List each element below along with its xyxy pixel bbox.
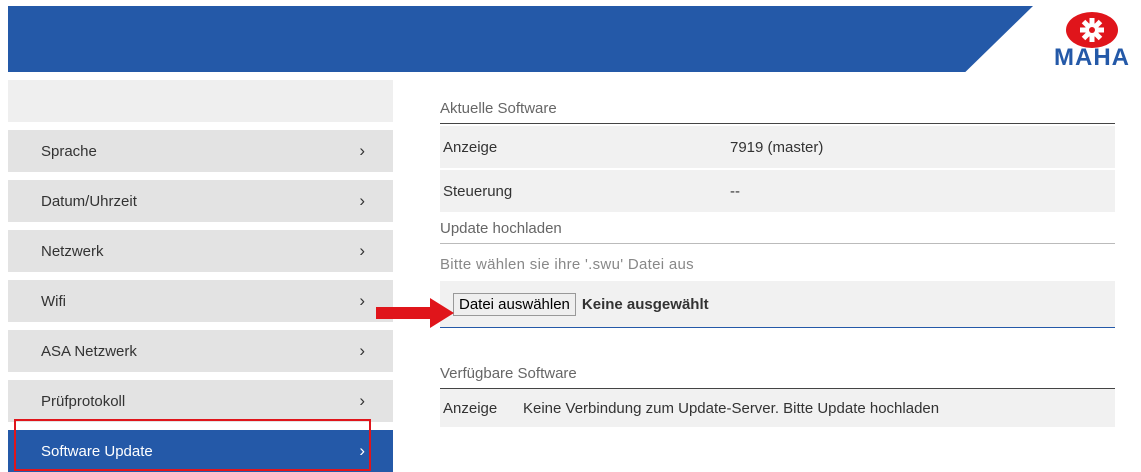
chevron-right-icon: › xyxy=(359,241,365,260)
maha-logo: MAHA xyxy=(1053,8,1131,72)
header: MAHA xyxy=(8,6,1133,72)
chevron-right-icon: › xyxy=(359,191,365,210)
sidebar-item-label: Netzwerk xyxy=(41,242,104,260)
chevron-right-icon: › xyxy=(359,391,365,410)
row-key: Steuerung xyxy=(443,182,513,200)
file-status: Keine ausgewählt xyxy=(581,295,709,313)
sidebar-item-label: Software Update xyxy=(41,442,153,460)
sidebar-item-label: ASA Netzwerk xyxy=(41,342,137,360)
row-value: -- xyxy=(730,182,740,200)
choose-file-button[interactable]: Datei auswählen xyxy=(453,292,576,316)
sidebar-item-label: Sprache xyxy=(41,142,97,160)
section-title-current-software: Aktuelle Software xyxy=(440,100,1115,124)
sidebar-item-asa-netzwerk[interactable]: ASA Netzwerk › xyxy=(8,330,393,372)
table-row: Steuerung -- xyxy=(440,170,1115,212)
chevron-right-icon: › xyxy=(359,441,365,460)
chevron-right-icon: › xyxy=(359,141,365,160)
red-arrow-icon xyxy=(376,298,454,328)
sidebar-spacer xyxy=(8,80,393,122)
sidebar-item-netzwerk[interactable]: Netzwerk › xyxy=(8,230,393,272)
main-content: Aktuelle Software Anzeige 7919 (master) … xyxy=(440,100,1115,427)
sidebar-item-datum-uhrzeit[interactable]: Datum/Uhrzeit › xyxy=(8,180,393,222)
sidebar-item-pruefprotokoll[interactable]: Prüfprotokoll › xyxy=(8,380,393,422)
section-title-upload: Update hochladen xyxy=(440,220,1115,244)
table-row: Anzeige 7919 (master) xyxy=(440,126,1115,168)
sidebar-item-software-update[interactable]: Software Update › xyxy=(8,430,393,472)
sidebar-item-sprache[interactable]: Sprache › xyxy=(8,130,393,172)
sidebar-item-label: Datum/Uhrzeit xyxy=(41,192,137,210)
chevron-right-icon: › xyxy=(359,341,365,360)
upload-hint: Bitte wählen sie ihre '.swu' Datei aus xyxy=(440,256,694,273)
sidebar-item-label: Wifi xyxy=(41,292,66,310)
sidebar: Sprache › Datum/Uhrzeit › Netzwerk › Wif… xyxy=(8,80,393,472)
section-title-available-software: Verfügbare Software xyxy=(440,365,1115,389)
row-value: 7919 (master) xyxy=(730,138,824,156)
table-row: Anzeige Keine Verbindung zum Update-Serv… xyxy=(440,389,1115,427)
header-band xyxy=(8,6,1033,72)
row-value: Keine Verbindung zum Update-Server. Bitt… xyxy=(523,399,940,417)
file-upload-row: Datei auswählen Keine ausgewählt xyxy=(440,281,1115,328)
sidebar-item-label: Prüfprotokoll xyxy=(41,392,126,410)
sidebar-item-wifi[interactable]: Wifi › xyxy=(8,280,393,322)
chevron-right-icon: › xyxy=(359,291,365,310)
row-key: Anzeige xyxy=(443,138,498,156)
row-key: Anzeige xyxy=(443,399,498,417)
brand-wordmark: MAHA xyxy=(1054,44,1130,71)
